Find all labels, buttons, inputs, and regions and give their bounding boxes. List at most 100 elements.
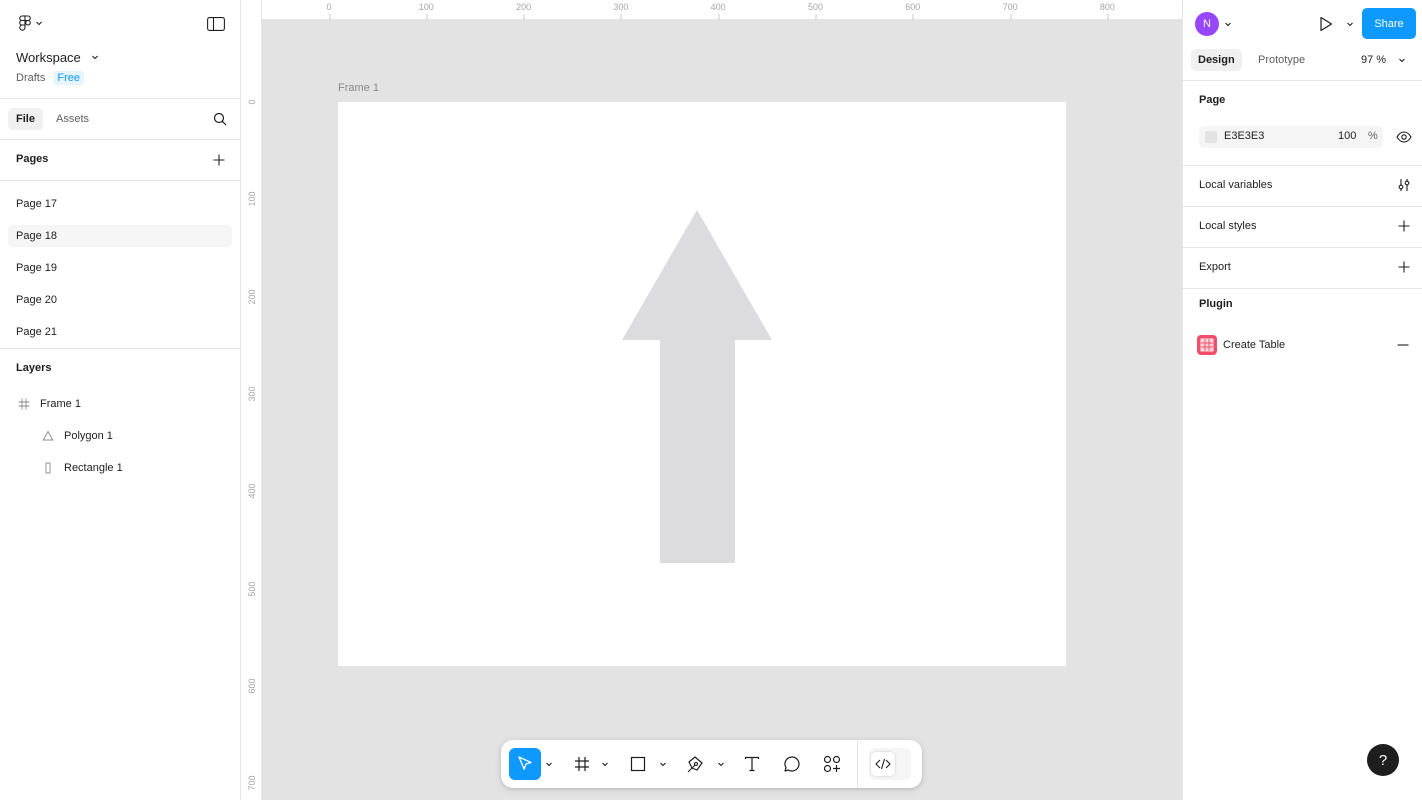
layers-title: Layers [16,362,52,374]
layer-item[interactable]: Polygon 1 [8,425,232,447]
page-item[interactable]: Page 18 [8,225,232,247]
plugin-label: Create Table [1223,339,1286,351]
frame-tool-dropdown[interactable] [599,748,611,780]
ruler-tick-label: 200 [247,289,257,305]
chevron-down-icon [660,762,666,767]
chevron-down-icon [602,762,608,767]
export-label: Export [1199,261,1231,273]
rectangle-shape[interactable] [660,340,735,563]
chevron-down-icon[interactable] [1224,20,1232,28]
table-plugin-icon [1197,335,1217,355]
actions-tool[interactable] [817,748,847,780]
visibility-toggle[interactable] [1393,126,1415,148]
frame-icon [575,757,589,771]
dev-mode-toggle[interactable] [869,748,911,780]
frame-label[interactable]: Frame 1 [338,82,379,94]
plan-badge: Free [53,71,84,85]
rectangle-icon [42,462,54,474]
move-tool[interactable] [509,748,541,780]
local-variables-button[interactable] [1393,174,1415,196]
percent-sign: % [1368,130,1378,142]
polygon-shape[interactable] [622,210,772,340]
plugin-section-title: Plugin [1199,298,1233,310]
move-tool-dropdown[interactable] [543,748,555,780]
page-item[interactable]: Page 20 [8,289,232,311]
present-button[interactable] [1315,12,1337,36]
minus-icon[interactable] [1397,339,1409,351]
plugin-item[interactable]: Create Table [1197,334,1413,356]
local-styles-label: Local styles [1199,220,1257,232]
comment-icon [784,756,800,772]
toolbar [501,740,922,788]
ruler-tick: 400 [710,2,726,20]
avatar[interactable]: N [1195,12,1219,36]
search-button[interactable] [208,108,232,130]
toolbar-divider [857,740,858,788]
page-item[interactable]: Page 21 [8,321,232,343]
plus-icon [213,154,225,166]
ruler-tick: 300 [613,2,629,20]
workspace-switcher[interactable]: Workspace [16,48,99,66]
frame-icon [18,398,30,410]
tab-file[interactable]: File [8,108,43,130]
ruler-tick: 200 [516,2,532,20]
shape-tool-dropdown[interactable] [657,748,669,780]
chevron-down-icon[interactable] [1346,20,1354,28]
ruler-top: 0 100 200 300 400 500 600 700 800 [262,0,1182,20]
pen-tool-dropdown[interactable] [715,748,727,780]
actions-icon [823,755,841,773]
tab-design[interactable]: Design [1191,49,1242,71]
page-color-field[interactable]: E3E3E3 100 % [1199,126,1383,148]
code-icon [875,758,891,770]
ruler-left: 0 100 200 300 400 500 600 700 [241,0,262,800]
help-button[interactable]: ? [1367,744,1399,776]
main-menu-button[interactable] [14,12,46,34]
right-panel: N Share Design Prototype 97 % Page E3E3E… [1182,0,1422,800]
chevron-down-icon [546,762,552,767]
ruler-tick-label: 700 [247,775,257,791]
zoom-control[interactable]: 97 % [1361,49,1406,71]
page-item-label: Page 17 [16,198,57,210]
figma-logo-icon [18,15,31,31]
help-label: ? [1378,751,1388,769]
local-variables-label[interactable]: Local variables [1199,179,1272,191]
tab-prototype[interactable]: Prototype [1251,49,1312,71]
tab-assets[interactable]: Assets [48,108,97,130]
share-label: Share [1374,17,1404,30]
canvas[interactable]: 0 100 200 300 400 500 600 700 800 0 100 200 300 400 5… [241,0,1182,800]
color-hex[interactable]: E3E3E3 [1224,130,1264,142]
color-opacity[interactable]: 100 [1338,130,1356,142]
ruler-tick-label: 600 [247,678,257,694]
color-swatch[interactable] [1205,131,1217,143]
page-item[interactable]: Page 19 [8,257,232,279]
ruler-tick: 100 [418,2,434,20]
rectangle-icon [630,756,646,772]
ruler-tick: 0 [326,2,332,20]
tab-assets-label: Assets [56,113,90,125]
toggle-sidebar-button[interactable] [202,12,230,36]
page-section-title: Page [1199,94,1226,106]
add-page-button[interactable] [208,149,230,171]
layer-item[interactable]: Rectangle 1 [8,457,232,479]
layer-item[interactable]: Frame 1 [8,393,232,415]
layer-item-label: Rectangle 1 [64,462,123,474]
page-item[interactable]: Page 17 [8,193,232,215]
variables-icon [1398,179,1410,191]
chevron-down-icon [718,762,724,767]
frame[interactable] [338,102,1066,666]
pen-tool[interactable] [681,748,711,780]
page-item-label: Page 18 [16,230,57,242]
ruler-tick: 600 [905,2,921,20]
drafts-link[interactable]: Drafts [16,72,45,84]
share-button[interactable]: Share [1362,8,1416,39]
shape-tool[interactable] [623,748,653,780]
text-tool[interactable] [737,748,767,780]
comment-tool[interactable] [777,748,807,780]
add-style-button[interactable] [1393,215,1415,237]
ruler-tick-label: 0 [247,99,257,105]
sidebar-icon [207,17,225,31]
ruler-tick: 500 [807,2,824,20]
chevron-down-icon [91,55,98,60]
frame-tool[interactable] [567,748,597,780]
add-export-button[interactable] [1393,256,1415,278]
